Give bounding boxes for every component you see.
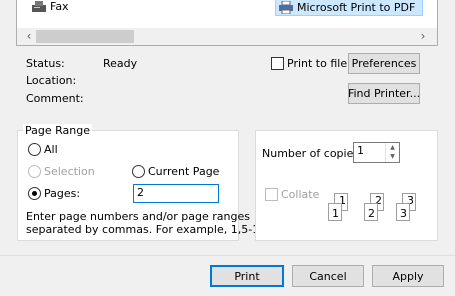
collate-checkbox[interactable] bbox=[265, 188, 278, 201]
pages-input[interactable]: 2 bbox=[133, 184, 219, 203]
printer-item-pdf[interactable]: Microsoft Print to PDF bbox=[275, 0, 423, 16]
page-range-legend: Page Range bbox=[23, 124, 92, 137]
copies-input[interactable]: 1 ▲ ▼ bbox=[353, 142, 400, 163]
status-value: Ready bbox=[103, 57, 138, 70]
selection-radio[interactable] bbox=[28, 165, 41, 178]
fax-icon bbox=[32, 0, 46, 12]
page-range-hint-line2: separated by commas. For example, 1,5-12 bbox=[26, 223, 267, 236]
page-range-hint-line1: Enter page numbers and/or page ranges bbox=[26, 210, 250, 223]
printer-item-fax[interactable]: Fax bbox=[31, 0, 69, 13]
collate-page-front-3: 3 bbox=[396, 203, 410, 221]
print-to-file-checkbox[interactable] bbox=[271, 57, 284, 70]
pages-radio[interactable] bbox=[28, 187, 41, 200]
collate-label: Collate bbox=[281, 188, 320, 201]
printer-icon bbox=[279, 1, 293, 14]
horizontal-scrollbar[interactable]: ‹ › bbox=[17, 28, 437, 45]
find-printer-button[interactable]: Find Printer... bbox=[348, 83, 420, 104]
scroll-left-icon[interactable]: ‹ bbox=[21, 29, 37, 44]
spin-down-icon[interactable]: ▼ bbox=[386, 152, 399, 161]
comment-label: Comment: bbox=[26, 92, 84, 105]
current-page-radio-label: Current Page bbox=[148, 165, 220, 178]
all-radio-label: All bbox=[44, 143, 58, 156]
location-label: Location: bbox=[26, 74, 77, 87]
printer-list[interactable]: Fax Microsoft Print to PDF ‹ › bbox=[16, 0, 438, 46]
print-button[interactable]: Print bbox=[210, 265, 284, 287]
copies-label: Number of copies: bbox=[262, 147, 363, 160]
copies-value: 1 bbox=[357, 144, 364, 157]
copies-spinner[interactable]: ▲ ▼ bbox=[385, 143, 399, 162]
collate-pages-icon: 1 1 2 2 3 3 bbox=[326, 193, 430, 223]
apply-button[interactable]: Apply bbox=[372, 265, 444, 287]
pages-radio-label: Pages: bbox=[44, 187, 81, 200]
status-label: Status: bbox=[26, 57, 65, 70]
print-to-file-label: Print to file bbox=[287, 57, 348, 70]
cancel-button[interactable]: Cancel bbox=[292, 265, 364, 287]
preferences-button[interactable]: Preferences bbox=[348, 53, 420, 74]
selection-radio-label: Selection bbox=[44, 165, 95, 178]
all-radio[interactable] bbox=[28, 143, 41, 156]
scroll-right-icon[interactable]: › bbox=[415, 29, 431, 44]
dialog-footer: Print Cancel Apply bbox=[0, 256, 455, 296]
printer-item-fax-label: Fax bbox=[50, 0, 69, 13]
collate-page-front-1: 1 bbox=[328, 203, 342, 221]
scroll-thumb[interactable] bbox=[36, 30, 134, 43]
collate-page-front-2: 2 bbox=[364, 203, 378, 221]
spin-up-icon[interactable]: ▲ bbox=[386, 143, 399, 152]
printer-item-pdf-label: Microsoft Print to PDF bbox=[297, 1, 416, 14]
current-page-radio[interactable] bbox=[132, 165, 145, 178]
